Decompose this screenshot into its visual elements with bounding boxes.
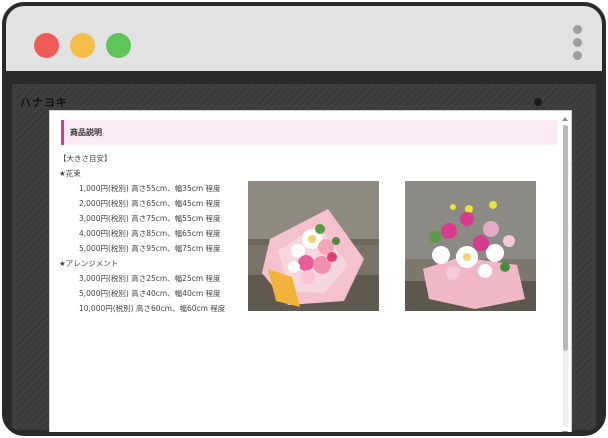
bouquet-size-item: 1,000円(税別) 高さ55cm、幅35cm 程度	[79, 184, 221, 193]
bouquet-size-item: 2,000円(税別) 高さ65cm、幅45cm 程度	[79, 199, 221, 208]
arrangement-size-item: 10,000円(税別) 高さ60cm、幅60cm 程度	[79, 304, 226, 313]
browser-window: ハナヨキ 商品説明 【大きさ目安】 ★花束 1,000円(税別) 高さ55cm、…	[2, 2, 606, 436]
arrangement-heading: ★アレンジメント	[59, 259, 119, 268]
scroll-down-icon[interactable]	[562, 431, 568, 432]
window-titlebar	[6, 6, 602, 76]
bouquet-size-item: 5,000円(税別) 高さ95cm、幅75cm 程度	[79, 244, 221, 253]
product-description-modal: 商品説明 【大きさ目安】 ★花束 1,000円(税別) 高さ55cm、幅35cm…	[49, 110, 572, 432]
website-background: ハナヨキ 商品説明 【大きさ目安】 ★花束 1,000円(税別) 高さ55cm、…	[12, 84, 596, 432]
more-vertical-icon[interactable]	[573, 25, 582, 64]
close-button[interactable]	[34, 33, 59, 58]
scroll-up-icon[interactable]	[562, 117, 568, 121]
minimize-button[interactable]	[70, 33, 95, 58]
size-description: 【大きさ目安】 ★花束 1,000円(税別) 高さ55cm、幅35cm 程度 2…	[59, 151, 225, 316]
bouquet-heading: ★花束	[59, 169, 81, 178]
section-title: 商品説明	[61, 120, 557, 145]
arrangement-size-item: 5,000円(税別) 高さ40cm、幅40cm 程度	[79, 289, 221, 298]
size-heading: 【大きさ目安】	[59, 154, 112, 163]
bouquet-photo	[248, 181, 379, 311]
site-menu-icon[interactable]	[534, 98, 542, 106]
site-logo[interactable]: ハナヨキ	[20, 94, 68, 110]
arrangement-size-item: 3,000円(税別) 高さ25cm、幅25cm 程度	[79, 274, 221, 283]
bouquet-size-item: 4,000円(税別) 高さ85cm、幅65cm 程度	[79, 229, 221, 238]
modal-scrollbar[interactable]	[561, 117, 569, 432]
bouquet-size-item: 3,000円(税別) 高さ75cm、幅55cm 程度	[79, 214, 221, 223]
maximize-button[interactable]	[106, 33, 131, 58]
arrangement-photo	[405, 181, 536, 311]
scroll-thumb[interactable]	[563, 125, 568, 351]
